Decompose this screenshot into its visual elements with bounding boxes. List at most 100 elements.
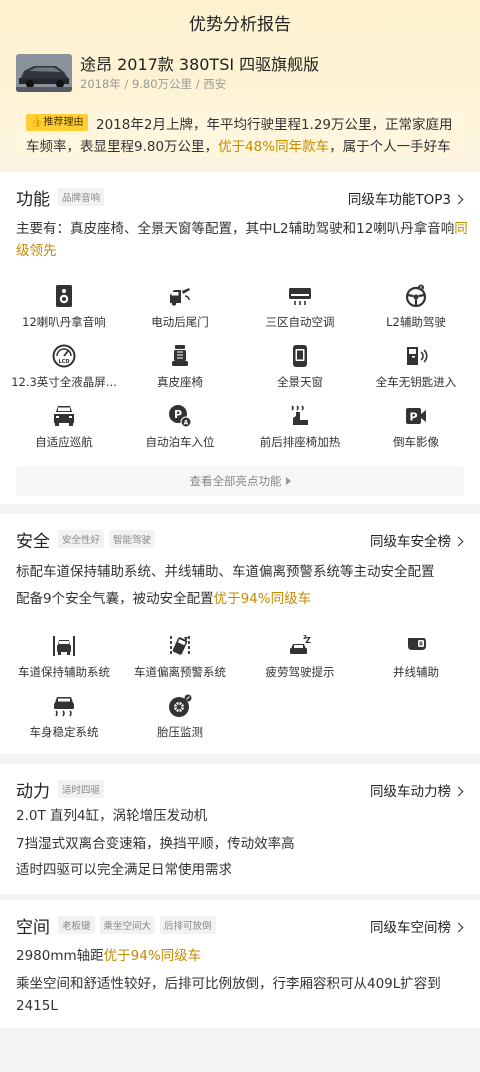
feature-item-reverse-camera[interactable]: P 倒车影像 xyxy=(356,404,476,450)
features-desc-text: 主要有：真皮座椅、全景天窗等配置，其中L2辅助驾驶和12喇叭丹拿音响 xyxy=(16,221,455,237)
svg-text:P: P xyxy=(409,411,417,424)
safety-label: 车道偏离预警系统 xyxy=(134,665,226,679)
lane-departure-icon xyxy=(170,636,190,656)
power-ranking-link[interactable]: 同级车动力榜 xyxy=(370,780,464,800)
auto-parking-icon: PA xyxy=(169,405,192,428)
recommend-reason: 👍推荐理由 2018年2月上牌，年平均行驶里程1.29万公里，正常家庭用车频率，… xyxy=(16,106,464,158)
safety-label: 车身稳定系统 xyxy=(29,725,99,739)
svg-text:A: A xyxy=(420,285,423,290)
power-header: 动力 适时四驱 xyxy=(16,776,109,802)
feature-item-l2[interactable]: A L2辅助驾驶 xyxy=(356,284,476,330)
space-tag: 老板键 xyxy=(58,916,95,934)
safety-item-stability[interactable]: 车身稳定系统 xyxy=(4,694,124,740)
power-tag: 适时四驱 xyxy=(58,780,105,798)
feature-item-acc[interactable]: 自适应巡航 xyxy=(4,404,124,450)
feature-item-ac[interactable]: 三区自动空调 xyxy=(240,284,360,330)
tire-pressure-icon xyxy=(169,694,192,717)
chevron-right-icon xyxy=(453,536,464,547)
safety-item-tire-pressure[interactable]: 胎压监测 xyxy=(120,694,240,740)
feature-item-lcd[interactable]: LCD 12.3英寸全液晶屏... xyxy=(4,344,124,390)
air-conditioner-icon xyxy=(289,288,311,305)
safety-item-fatigue[interactable]: ZZ 疲劳驾驶提示 xyxy=(240,634,360,680)
safety-desc-highlight: 优于94%同级车 xyxy=(213,591,312,607)
report-hero: 优势分析报告 途昂 2017款 380TSI 四驱旗舰版 2018年 / 9.8… xyxy=(0,0,480,200)
safety-header: 安全 安全性好 智能驾驶 xyxy=(16,526,160,552)
safety-ranking-link[interactable]: 同级车安全榜 xyxy=(370,530,464,550)
safety-label: 胎压监测 xyxy=(157,725,203,739)
keyless-entry-icon xyxy=(407,347,428,365)
space-tag: 后排可放倒 xyxy=(160,916,216,934)
power-desc-line: 7挡湿式双离合变速箱，换挡平顺，传动效率高 xyxy=(16,836,295,852)
power-card: 动力 适时四驱 同级车动力榜 2.0T 直列4缸，涡轮增压发动机 7挡湿式双离合… xyxy=(0,764,480,894)
svg-text:Z: Z xyxy=(303,635,307,641)
power-tailgate-icon xyxy=(170,288,190,306)
steering-wheel-icon: A xyxy=(405,284,427,308)
recommend-reason-text: 2018年2月上牌，年平均行驶里程1.29万公里，正常家庭用车频率，表显里程9.… xyxy=(26,114,462,158)
feature-item-autopark[interactable]: PA 自动泊车入位 xyxy=(120,404,240,450)
features-title: 功能 xyxy=(16,189,50,210)
feature-item-speaker[interactable]: 12喇叭丹拿音响 xyxy=(4,284,124,330)
feature-label: 真皮座椅 xyxy=(157,375,203,389)
feature-item-keyless[interactable]: 全车无钥匙进入 xyxy=(356,344,476,390)
feature-item-seat-heating[interactable]: 前后排座椅加热 xyxy=(240,404,360,450)
car-meta: 2018年 / 9.80万公里 / 西安 xyxy=(80,77,227,91)
feature-item-leather-seat[interactable]: 真皮座椅 xyxy=(120,344,240,390)
space-tag: 乘坐空间大 xyxy=(99,916,156,934)
adaptive-cruise-icon xyxy=(54,406,74,426)
safety-label: 疲劳驾驶提示 xyxy=(265,665,335,679)
feature-label: 倒车影像 xyxy=(393,435,439,449)
view-all-features-button[interactable]: 查看全部亮点功能 xyxy=(16,466,464,496)
features-card: 功能 品牌音响 同级车功能TOP3 主要有：真皮座椅、全景天窗等配置，其中L2辅… xyxy=(0,172,480,504)
feature-label: L2辅助驾驶 xyxy=(386,315,446,329)
leather-seat-icon xyxy=(172,345,188,366)
sunroof-icon xyxy=(293,345,307,367)
space-desc-highlight: 优于94%同级车 xyxy=(103,948,202,964)
features-header: 功能 品牌音响 xyxy=(16,184,109,210)
safety-label: 并线辅助 xyxy=(393,665,439,679)
feature-label: 12喇叭丹拿音响 xyxy=(22,315,106,329)
space-desc-line2: 乘坐空间和舒适性较好，后排可比例放倒，行李厢容积可从409L扩容到2415L xyxy=(16,976,441,1014)
seat-heating-icon xyxy=(291,405,308,425)
feature-item-tailgate[interactable]: 电动后尾门 xyxy=(120,284,240,330)
feature-label: 自动泊车入位 xyxy=(145,435,215,449)
feature-item-sunroof[interactable]: 全景天窗 xyxy=(240,344,360,390)
safety-desc-line2: 配备9个安全气囊，被动安全配置优于94%同级车 xyxy=(16,588,468,610)
power-link-label: 同级车动力榜 xyxy=(370,784,451,800)
car-thumbnail[interactable] xyxy=(16,54,72,92)
safety-label: 车道保持辅助系统 xyxy=(18,665,110,679)
space-desc-text: 2980mm轴距 xyxy=(16,948,104,964)
feature-label: 全车无钥匙进入 xyxy=(375,375,457,389)
feature-label: 全景天窗 xyxy=(277,375,323,389)
space-desc-line1: 2980mm轴距优于94%同级车 xyxy=(16,945,468,967)
safety-desc-text: 配备9个安全气囊，被动安全配置 xyxy=(16,591,214,607)
page-title: 优势分析报告 xyxy=(189,15,291,35)
safety-link-label: 同级车安全榜 xyxy=(370,534,451,550)
svg-text:LCD: LCD xyxy=(58,359,69,365)
blind-spot-icon: B xyxy=(408,638,426,650)
reason-highlight: 优于48%同年款车 xyxy=(218,139,330,155)
svg-text:B: B xyxy=(419,642,423,648)
safety-title: 安全 xyxy=(16,531,50,552)
chevron-right-icon xyxy=(453,194,464,205)
safety-desc-line1: 标配车道保持辅助系统、并线辅助、车道偏离预警系统等主动安全配置 xyxy=(16,564,435,580)
feature-label: 12.3英寸全液晶屏... xyxy=(11,375,117,389)
features-top3-link[interactable]: 同级车功能TOP3 xyxy=(348,188,464,208)
reason-text-part: ，属于个人一手好车 xyxy=(329,139,451,155)
lane-keeping-icon xyxy=(53,636,75,656)
safety-card: 安全 安全性好 智能驾驶 同级车安全榜 标配车道保持辅助系统、并线辅助、车道偏离… xyxy=(0,514,480,754)
features-desc: 主要有：真皮座椅、全景天窗等配置，其中L2辅助驾驶和12喇叭丹拿音响同级领先 xyxy=(16,218,468,262)
safety-item-blind-spot[interactable]: B 并线辅助 xyxy=(356,634,476,680)
space-header: 空间 老板键 乘坐空间大 后排可放倒 xyxy=(16,912,221,938)
safety-tag: 智能驾驶 xyxy=(109,530,156,548)
feature-tag: 品牌音响 xyxy=(58,188,105,206)
power-title: 动力 xyxy=(16,781,50,802)
safety-item-lane-keeping[interactable]: 车道保持辅助系统 xyxy=(4,634,124,680)
feature-label: 三区自动空调 xyxy=(265,315,335,329)
feature-label: 前后排座椅加热 xyxy=(259,435,341,449)
feature-label: 自适应巡航 xyxy=(35,435,93,449)
space-ranking-link[interactable]: 同级车空间榜 xyxy=(370,916,464,936)
reverse-camera-icon: P xyxy=(406,408,426,424)
safety-item-lane-departure[interactable]: 车道偏离预警系统 xyxy=(120,634,240,680)
safety-tag: 安全性好 xyxy=(58,530,105,548)
power-desc-line: 2.0T 直列4缸，涡轮增压发动机 xyxy=(16,808,208,824)
